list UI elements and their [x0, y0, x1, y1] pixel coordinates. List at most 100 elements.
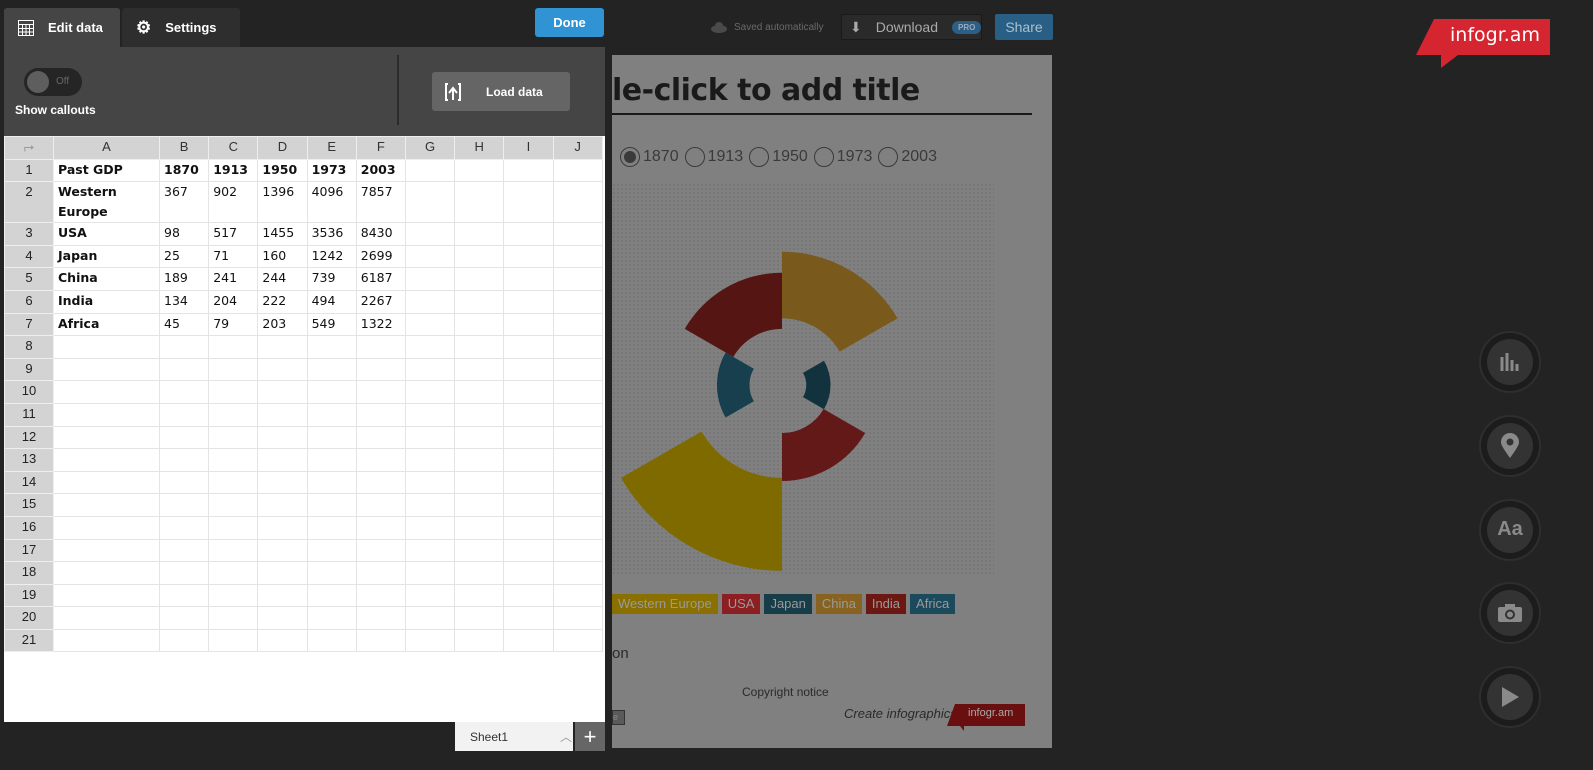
cell[interactable] — [355, 335, 406, 359]
cell[interactable] — [552, 583, 603, 608]
cell[interactable] — [208, 380, 259, 404]
column-header[interactable]: A — [53, 136, 160, 160]
cell[interactable] — [404, 402, 456, 427]
cell[interactable] — [404, 470, 456, 495]
cell[interactable]: 45 — [158, 312, 210, 337]
chart-tool-button[interactable] — [1479, 331, 1541, 393]
row-header[interactable]: 13 — [4, 448, 54, 472]
tab-settings[interactable]: ⚙ Settings — [122, 8, 240, 47]
cell[interactable] — [158, 470, 210, 495]
cell[interactable] — [53, 448, 160, 472]
row-header[interactable]: 20 — [4, 606, 54, 630]
slice-usa[interactable] — [782, 409, 866, 482]
cell[interactable] — [355, 425, 406, 450]
cell[interactable]: 3536 — [306, 222, 357, 246]
cell[interactable]: 204 — [208, 289, 259, 314]
cell[interactable]: 739 — [306, 267, 357, 291]
cell[interactable]: Japan — [53, 244, 160, 269]
cell[interactable] — [208, 335, 259, 359]
cell[interactable] — [552, 402, 603, 427]
legend-item[interactable]: India — [865, 594, 907, 614]
cell[interactable] — [404, 380, 456, 404]
cell[interactable] — [454, 470, 505, 495]
cell[interactable] — [257, 335, 308, 359]
text-tool-button[interactable]: Aa — [1479, 498, 1541, 561]
row-header[interactable]: 6 — [4, 289, 54, 314]
cell[interactable]: 241 — [208, 267, 259, 291]
spreadsheet[interactable]: ⮣ A B C D E F G H I J 1 Past GDP 1870 1913 1950 1973 2003… — [4, 136, 605, 722]
cell[interactable] — [158, 425, 210, 450]
cell[interactable] — [355, 357, 406, 382]
cell[interactable] — [503, 425, 554, 450]
cell[interactable] — [404, 606, 456, 630]
cell[interactable] — [503, 335, 554, 359]
row-header[interactable]: 7 — [4, 312, 54, 337]
cell[interactable] — [454, 628, 505, 653]
cell[interactable] — [454, 289, 505, 314]
add-sheet-button[interactable]: + — [575, 722, 605, 751]
cell[interactable] — [306, 425, 357, 450]
cell[interactable] — [257, 628, 308, 653]
column-header[interactable]: G — [404, 136, 456, 160]
cell[interactable] — [158, 380, 210, 404]
slice-africa[interactable] — [716, 352, 754, 418]
cell[interactable] — [257, 402, 308, 427]
cell[interactable] — [404, 425, 456, 450]
cell[interactable] — [158, 448, 210, 472]
cell[interactable] — [503, 158, 554, 183]
infographic-canvas[interactable]: le-click to add title 1870 1913 1950 1973 20… — [612, 55, 1052, 748]
row-header[interactable]: 8 — [4, 335, 54, 359]
load-data-button[interactable]: Load data — [432, 72, 570, 111]
cell[interactable] — [306, 357, 357, 382]
cell[interactable] — [53, 380, 160, 404]
cell[interactable] — [454, 583, 505, 608]
cell[interactable] — [454, 312, 505, 337]
slice-western-europe[interactable] — [621, 431, 782, 571]
cell[interactable]: 902 — [208, 181, 259, 224]
cell[interactable] — [355, 470, 406, 495]
cell[interactable] — [306, 448, 357, 472]
cell[interactable] — [355, 515, 406, 540]
cell[interactable] — [454, 380, 505, 404]
done-button[interactable]: Done — [535, 8, 604, 37]
cell[interactable] — [208, 606, 259, 630]
cell[interactable] — [454, 335, 505, 359]
column-header[interactable]: F — [355, 136, 406, 160]
cell[interactable]: 79 — [208, 312, 259, 337]
cell[interactable] — [158, 583, 210, 608]
slice-china[interactable] — [782, 251, 898, 352]
legend-item[interactable]: Western Europe — [612, 594, 718, 614]
column-header[interactable]: H — [454, 136, 505, 160]
cell[interactable] — [503, 493, 554, 517]
legend-item[interactable]: Africa — [910, 594, 956, 614]
cell[interactable] — [503, 606, 554, 630]
cell[interactable] — [503, 357, 554, 382]
cell[interactable] — [53, 515, 160, 540]
row-header[interactable]: 16 — [4, 515, 54, 540]
cell[interactable] — [355, 561, 406, 585]
chevron-up-icon[interactable]: ︿ — [560, 728, 572, 745]
cell[interactable]: 1242 — [306, 244, 357, 269]
row-header[interactable]: 1 — [4, 158, 54, 183]
cell[interactable]: 4096 — [306, 181, 357, 224]
cell[interactable] — [158, 515, 210, 540]
column-header[interactable]: C — [208, 136, 259, 160]
cell[interactable] — [53, 493, 160, 517]
cell[interactable] — [454, 561, 505, 585]
cell[interactable] — [208, 470, 259, 495]
cell[interactable]: 134 — [158, 289, 210, 314]
cell[interactable] — [404, 289, 456, 314]
cell[interactable] — [355, 606, 406, 630]
create-infographics[interactable]: Create infographics — [844, 706, 957, 721]
callouts-toggle[interactable]: Off — [24, 68, 82, 96]
cell[interactable] — [404, 515, 456, 540]
cell[interactable] — [552, 244, 603, 269]
cell[interactable]: China — [53, 267, 160, 291]
cell[interactable] — [503, 628, 554, 653]
cell[interactable] — [503, 380, 554, 404]
cell[interactable] — [454, 402, 505, 427]
cell[interactable] — [257, 538, 308, 563]
cell[interactable]: 549 — [306, 312, 357, 337]
cell[interactable] — [552, 158, 603, 183]
cell[interactable]: 7857 — [355, 181, 406, 224]
